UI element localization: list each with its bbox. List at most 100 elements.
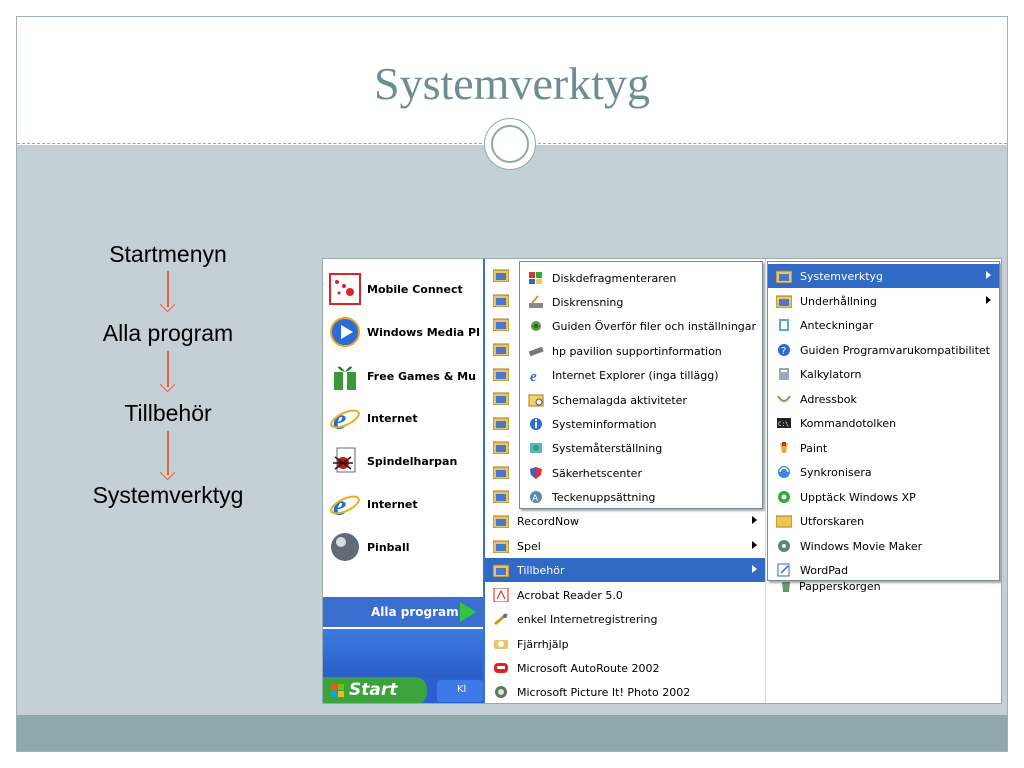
svg-text:A: A (532, 494, 539, 504)
windows-tour-icon (778, 491, 790, 503)
tillbehor-item-adressbok[interactable]: Adressbok (768, 387, 999, 411)
systemverktyg-submenu: Diskdefragmenteraren Diskrensning Guiden… (519, 261, 763, 509)
submenu-arrow-icon (752, 541, 757, 549)
wordpad-icon (777, 563, 790, 577)
tillbehor-item-wordpad[interactable]: WordPad (768, 558, 999, 582)
program-folder-icon (493, 417, 509, 430)
program-item-spel[interactable]: Spel (485, 534, 765, 558)
tillbehor-item-paint[interactable]: Paint (768, 436, 999, 460)
tillbehor-item-utforskaren[interactable]: Utforskaren (768, 509, 999, 533)
pinned-label: Internet (367, 497, 418, 511)
pinned-label: Pinball (367, 540, 410, 554)
pinned-windows-media-player[interactable]: Windows Media Pl (329, 314, 479, 350)
step-systemverktyg: Systemverktyg (92, 482, 244, 508)
menu-label: Underhållning (800, 294, 877, 308)
program-item-recordnow[interactable]: RecordNow (485, 509, 765, 533)
submenu-arrow-icon (752, 565, 757, 573)
arrow-right-icon (460, 602, 476, 622)
ie-icon: e (330, 489, 360, 520)
tillbehor-item-anteckningar[interactable]: Anteckningar (768, 313, 999, 337)
taskbar-item[interactable]: Kl (437, 680, 483, 702)
picture-it-icon (495, 686, 507, 698)
slide-title: Systemverktyg (374, 58, 650, 109)
tillbehor-item-underhallning[interactable]: Underhållning (768, 289, 999, 313)
registration-icon (494, 612, 508, 626)
pinned-free-games[interactable]: Free Games & Mu (329, 358, 479, 394)
program-label: Spel (517, 539, 541, 553)
program-item-acrobat[interactable]: Acrobat Reader 5.0 (485, 583, 765, 607)
character-map-icon: A (530, 491, 542, 504)
games-gift-icon (334, 366, 356, 390)
sys-item-teckenuppsattning[interactable]: A Teckenuppsättning (520, 485, 762, 509)
tillbehor-item-kommandotolken[interactable]: C:\ Kommandotolken (768, 411, 999, 435)
pinned-pinball[interactable]: Pinball (329, 529, 479, 565)
pinned-label: Mobile Connect (367, 282, 463, 296)
tillbehor-item-kalkylatorn[interactable]: Kalkylatorn (768, 362, 999, 386)
menu-label: WordPad (800, 563, 849, 577)
program-folder-icon (493, 490, 509, 503)
pinned-internet[interactable]: e Internet (329, 400, 479, 436)
menu-label: Paint (800, 441, 828, 455)
svg-text:e: e (530, 369, 537, 382)
start-button[interactable]: Start (323, 677, 427, 703)
sys-item-ie-no-addons[interactable]: e Internet Explorer (inga tillägg) (520, 363, 762, 387)
startmenu-screenshot: Mobile Connect Windows Media Pl Free Gam… (322, 258, 1002, 704)
menu-label: Diskrensning (552, 295, 624, 309)
sys-item-systemterstallning[interactable]: Systemåterställning (520, 436, 762, 460)
menu-label: Säkerhetscenter (552, 466, 642, 480)
all-programs-label: Alla program (371, 605, 459, 619)
program-label: enkel Internetregistrering (517, 612, 658, 626)
sys-item-diskdefrag[interactable]: Diskdefragmenteraren (520, 266, 762, 290)
autoroute-icon (494, 663, 508, 673)
menu-label: Guiden Programvarukompatibilitet (800, 343, 990, 357)
sys-item-guiden-overfor[interactable]: Guiden Överför filer och inställningar (520, 314, 762, 338)
menu-label: Internet Explorer (inga tillägg) (552, 368, 719, 382)
sys-item-hp-support[interactable]: hp pavilion supportinformation (520, 339, 762, 363)
program-label: Fjärrhjälp (517, 637, 569, 651)
scheduled-tasks-icon (528, 394, 544, 407)
menu-label: Schemalagda aktiviteter (552, 393, 687, 407)
sys-item-schemalagda[interactable]: Schemalagda aktiviteter (520, 388, 762, 412)
step-tillbehor: Tillbehör (124, 400, 212, 426)
pinned-label: Spindelharpan (367, 454, 458, 468)
pinned-mobile-connect[interactable]: Mobile Connect (329, 271, 479, 307)
remote-assistance-icon (494, 640, 508, 649)
tillbehor-item-upptack-xp[interactable]: Upptäck Windows XP (768, 485, 999, 509)
menu-label: Synkronisera (800, 465, 872, 479)
header-divider-left (17, 143, 482, 144)
tillbehor-item-guiden-kompatibilitet[interactable]: ? Guiden Programvarukompatibilitet (768, 338, 999, 362)
submenu-arrow-icon (986, 296, 991, 304)
start-menu-bottom-strip (323, 629, 483, 677)
hp-support-icon (528, 346, 544, 357)
all-programs-button[interactable]: Alla program (323, 597, 483, 627)
tillbehor-item-movie-maker[interactable]: Windows Movie Maker (768, 534, 999, 558)
menu-label: Systeminformation (552, 417, 657, 431)
pinned-internet-2[interactable]: e Internet (329, 486, 479, 522)
system-restore-icon (530, 443, 542, 453)
menu-label: hp pavilion supportinformation (552, 344, 722, 358)
program-item-autoroute[interactable]: Microsoft AutoRoute 2002 (485, 656, 765, 680)
pinned-spindelharpan[interactable]: Spindelharpan (329, 443, 479, 479)
slide-footer-bar (17, 715, 1007, 751)
tillbehor-item-synkronisera[interactable]: Synkronisera (768, 460, 999, 484)
program-label: Acrobat Reader 5.0 (517, 588, 623, 602)
step-startmenyn: Startmenyn (109, 241, 227, 267)
menu-label: Systemåterställning (552, 441, 663, 455)
sync-icon (778, 466, 790, 478)
program-item-picture-it[interactable]: Microsoft Picture It! Photo 2002 (485, 680, 765, 703)
program-folder-icon (493, 515, 509, 528)
notepad-icon (779, 319, 789, 331)
program-item-fjarrhjalp[interactable]: Fjärrhjälp (485, 632, 765, 656)
program-item-internetregistrering[interactable]: enkel Internetregistrering (485, 607, 765, 631)
sys-item-systeminformation[interactable]: Systeminformation (520, 412, 762, 436)
pinned-label: Windows Media Pl (367, 325, 479, 339)
sys-item-diskrensning[interactable]: Diskrensning (520, 290, 762, 314)
calculator-icon (779, 368, 789, 380)
program-folder-icon (776, 270, 792, 283)
sys-item-sakerhetscenter[interactable]: Säkerhetscenter (520, 461, 762, 485)
menu-label: Teckenuppsättning (552, 490, 656, 504)
program-folder-icon (493, 294, 509, 307)
step-alla-program: Alla program (102, 320, 234, 346)
tillbehor-item-systemverktyg[interactable]: Systemverktyg (768, 264, 999, 288)
program-item-tillbehor[interactable]: Tillbehör (485, 558, 765, 582)
